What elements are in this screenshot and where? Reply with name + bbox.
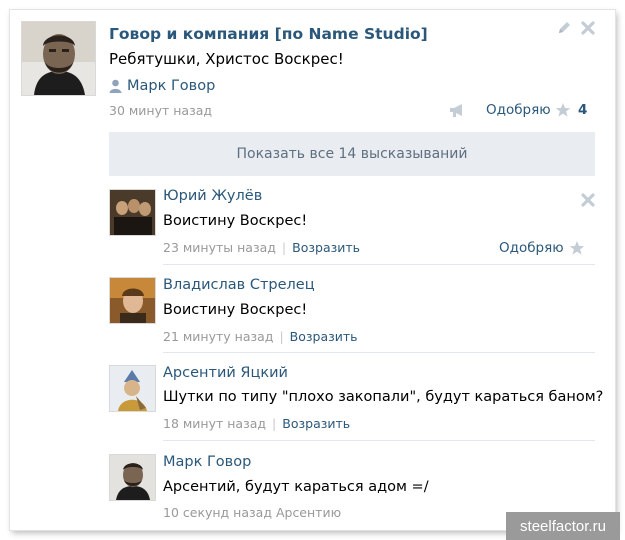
- close-icon[interactable]: [580, 192, 596, 208]
- user-icon: [109, 79, 122, 93]
- comment-divider: [163, 264, 595, 265]
- reply-link[interactable]: Возразить: [282, 416, 350, 431]
- close-icon[interactable]: [580, 20, 596, 36]
- comment-meta: 21 минуту назад | Возразить: [163, 329, 358, 344]
- post-avatar[interactable]: [21, 21, 96, 96]
- post-author[interactable]: Марк Говор: [109, 78, 215, 94]
- meta-separator: |: [272, 416, 277, 431]
- post-card: [10, 10, 615, 530]
- comment-meta: 23 минуты назад | Возразить: [163, 240, 360, 255]
- reply-to-link[interactable]: Арсентию: [276, 505, 341, 520]
- star-icon[interactable]: [555, 102, 571, 118]
- comment-meta: 10 секунд назад Арсентию: [163, 505, 341, 520]
- comment-time[interactable]: 10 секунд назад: [163, 505, 272, 520]
- comment-author[interactable]: Юрий Жулёв: [163, 188, 262, 204]
- post-time[interactable]: 30 минут назад: [109, 103, 212, 118]
- comment-time[interactable]: 21 минуту назад: [163, 329, 273, 344]
- comment-text: Арсентий, будут караться адом =/: [163, 479, 429, 495]
- comment-divider: [163, 352, 595, 353]
- reply-link[interactable]: Возразить: [292, 240, 360, 255]
- comment-author[interactable]: Арсентий Яцкий: [163, 365, 288, 381]
- show-all-comments-button[interactable]: Показать все 14 высказываний: [109, 132, 595, 176]
- meta-separator: |: [279, 329, 284, 344]
- comment-avatar[interactable]: [109, 277, 156, 324]
- megaphone-icon[interactable]: [448, 102, 466, 118]
- comment-divider: [163, 440, 595, 441]
- like-count: 4: [578, 102, 588, 118]
- comment-meta: 18 минут назад | Возразить: [163, 416, 350, 431]
- comment-avatar[interactable]: [109, 189, 156, 236]
- edit-icon[interactable]: [556, 20, 572, 36]
- post-author-name[interactable]: Марк Говор: [127, 78, 215, 94]
- meta-separator: |: [281, 240, 287, 255]
- reply-link[interactable]: Возразить: [290, 329, 358, 344]
- watermark: steelfactor.ru: [506, 512, 620, 540]
- comment-time[interactable]: 23 минуты назад: [163, 240, 276, 255]
- comment-text: Воистину Воскрес!: [163, 213, 308, 229]
- comment-avatar[interactable]: [109, 365, 156, 412]
- comment-text: Воистину Воскрес!: [163, 302, 308, 318]
- comment-author[interactable]: Марк Говор: [163, 454, 251, 470]
- comment-text: Шутки по типу "плохо закопали", будут ка…: [163, 389, 604, 405]
- comment-time[interactable]: 18 минут назад: [163, 416, 266, 431]
- post-like-button[interactable]: Одобряю: [486, 102, 551, 118]
- star-icon[interactable]: [569, 240, 585, 256]
- post-title[interactable]: Говор и компания [по Name Studio]: [109, 25, 428, 43]
- post-text: Ребятушки, Христос Воскрес!: [109, 50, 344, 68]
- comment-like-button[interactable]: Одобряю: [499, 240, 564, 256]
- comment-avatar[interactable]: [109, 454, 156, 501]
- comment-author[interactable]: Владислав Стрелец: [163, 277, 315, 293]
